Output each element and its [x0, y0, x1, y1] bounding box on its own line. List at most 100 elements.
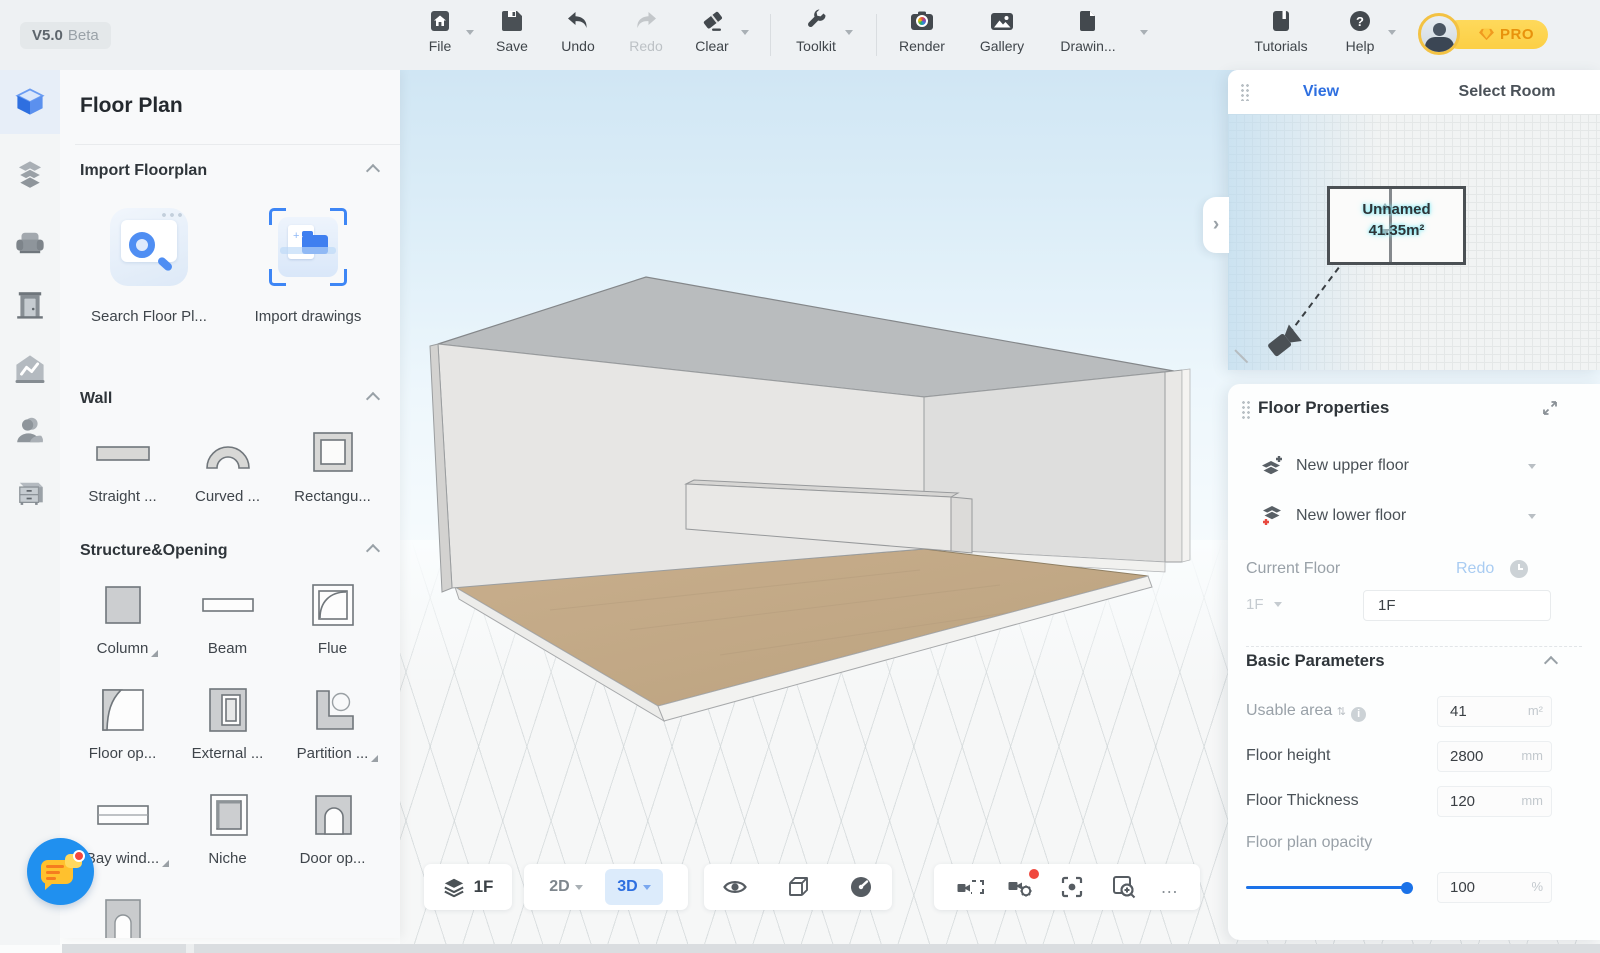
tool-door-opening[interactable]: Door op...: [280, 790, 385, 867]
floor-name-input[interactable]: [1363, 590, 1551, 621]
drag-handle-icon[interactable]: [1240, 83, 1249, 101]
save-button[interactable]: Save: [480, 8, 544, 64]
focus-center-button[interactable]: [1057, 872, 1087, 902]
tool-partial-next-row[interactable]: [70, 895, 175, 938]
info-icon[interactable]: i: [1351, 707, 1366, 722]
tool-partition[interactable]: Partition ...: [280, 685, 385, 762]
toolbar-separator: [770, 14, 771, 56]
tool-rectangular-wall[interactable]: Rectangu...: [280, 428, 385, 505]
opacity-slider-knob[interactable]: [1401, 882, 1413, 894]
zoom-region-button[interactable]: [1109, 872, 1139, 902]
rail-item-custom-cabinet[interactable]: [0, 464, 60, 522]
more-tools-button[interactable]: …: [1160, 877, 1179, 898]
minimap-resize-handle[interactable]: [1233, 346, 1253, 366]
clear-button[interactable]: Clear: [680, 8, 744, 64]
tool-straight-wall[interactable]: Straight ...: [70, 428, 175, 505]
rail-item-hardcover[interactable]: [0, 340, 60, 398]
opacity-input[interactable]: [1437, 872, 1552, 903]
floorplan-minimap[interactable]: Unnamed 41.35m²: [1228, 114, 1600, 370]
floor-thickness-input[interactable]: [1437, 786, 1552, 817]
collapse-chevron-icon[interactable]: [366, 164, 380, 178]
tool-search-floorplan[interactable]: Search Floor Pl...: [83, 208, 215, 325]
tool-curved-wall[interactable]: Curved ...: [175, 428, 280, 505]
floor-selector-dropdown[interactable]: 1F: [1246, 596, 1282, 613]
right-panel-collapse-tab[interactable]: ›: [1203, 197, 1229, 253]
render-button[interactable]: Render: [890, 8, 954, 64]
file-button[interactable]: File: [408, 8, 472, 64]
tutorials-button[interactable]: Tutorials: [1249, 8, 1313, 64]
cube-view-button[interactable]: [783, 872, 813, 902]
rail-item-floorplan[interactable]: [0, 70, 60, 134]
external-window-icon: [204, 685, 252, 735]
import-drawings-icon: +: [269, 208, 347, 286]
tool-beam[interactable]: Beam: [175, 580, 280, 657]
clear-dropdown-caret[interactable]: [741, 30, 749, 35]
floor-thickness-label: Floor Thickness: [1246, 792, 1359, 810]
tool-niche[interactable]: Niche: [175, 790, 280, 867]
floor-properties-title: Floor Properties: [1258, 398, 1389, 418]
display-options-group: [704, 864, 892, 910]
toolkit-dropdown-caret[interactable]: [845, 30, 853, 35]
toolkit-button[interactable]: Toolkit: [784, 8, 848, 64]
svg-text:?: ?: [1356, 14, 1364, 29]
collapse-chevron-icon[interactable]: [366, 392, 380, 406]
usable-area-input[interactable]: [1437, 696, 1552, 727]
submenu-indicator: [371, 755, 378, 762]
sort-toggle-icon[interactable]: ⇅: [1337, 705, 1347, 718]
camera-settings-button[interactable]: [1006, 872, 1036, 902]
file-dropdown-caret[interactable]: [466, 30, 474, 35]
minimap-room[interactable]: Unnamed 41.35m²: [1327, 186, 1466, 265]
rail-item-furniture[interactable]: [0, 214, 60, 272]
rail-item-avatar-people[interactable]: [0, 402, 60, 460]
opacity-slider[interactable]: [1246, 886, 1408, 889]
horizontal-scrollbar[interactable]: [62, 944, 1600, 953]
expand-panel-icon[interactable]: [1542, 400, 1558, 416]
redo-button[interactable]: Redo: [614, 8, 678, 64]
camera-tools-group: …: [934, 864, 1200, 910]
support-chat-button[interactable]: [27, 838, 94, 905]
layers-icon: [443, 876, 465, 898]
new-upper-floor-button[interactable]: New upper floor: [1260, 454, 1409, 478]
view-mode-group: 2D 3D: [524, 864, 688, 910]
tab-view[interactable]: View: [1228, 70, 1414, 114]
tool-flue[interactable]: Flue: [280, 580, 385, 657]
collapse-chevron-icon[interactable]: [366, 544, 380, 558]
rail-item-doors-windows[interactable]: [0, 276, 60, 334]
user-avatar[interactable]: [1418, 13, 1460, 55]
help-button[interactable]: ? Help: [1328, 8, 1392, 64]
beam-icon: [201, 580, 255, 630]
file-icon: [427, 8, 453, 34]
curved-wall-icon: [202, 428, 254, 478]
tab-select-room[interactable]: Select Room: [1414, 70, 1600, 114]
tool-import-drawings[interactable]: + Import drawings: [242, 208, 374, 325]
tool-floor-opening[interactable]: Floor op...: [70, 685, 175, 762]
redo-floor-link[interactable]: Redo: [1456, 560, 1494, 578]
tool-external-window[interactable]: External ...: [175, 685, 280, 762]
new-lower-floor-button[interactable]: New lower floor: [1260, 504, 1406, 528]
chevron-down-icon[interactable]: [1528, 464, 1536, 469]
mode-3d-button[interactable]: 3D: [605, 869, 662, 905]
gallery-button[interactable]: Gallery: [970, 8, 1034, 64]
floor-switch-button[interactable]: 1F: [424, 864, 512, 910]
drawings-dropdown-caret[interactable]: [1140, 30, 1148, 35]
collapse-chevron-icon[interactable]: [1544, 656, 1558, 670]
camera-view-button[interactable]: [955, 872, 985, 902]
drawings-button[interactable]: Drawin...: [1056, 8, 1120, 64]
performance-gauge-button[interactable]: [846, 872, 876, 902]
notification-dot: [1029, 869, 1039, 879]
tool-column[interactable]: Column: [70, 580, 175, 657]
submenu-indicator: [151, 650, 158, 657]
help-dropdown-caret[interactable]: [1388, 30, 1396, 35]
history-clock-icon[interactable]: [1510, 560, 1528, 578]
rail-item-floors[interactable]: [0, 146, 60, 204]
basic-parameters-title: Basic Parameters: [1246, 652, 1385, 671]
drag-handle-icon[interactable]: [1241, 400, 1250, 420]
undo-button[interactable]: Undo: [546, 8, 610, 64]
visibility-eye-button[interactable]: [720, 872, 750, 902]
mode-2d-button[interactable]: 2D: [549, 878, 582, 896]
floor-height-input[interactable]: [1437, 741, 1552, 772]
chevron-down-icon[interactable]: [1528, 514, 1536, 519]
current-floor-pill-label: 1F: [474, 877, 494, 897]
niche-icon: [204, 790, 252, 840]
door-opening-icon: [309, 790, 357, 840]
